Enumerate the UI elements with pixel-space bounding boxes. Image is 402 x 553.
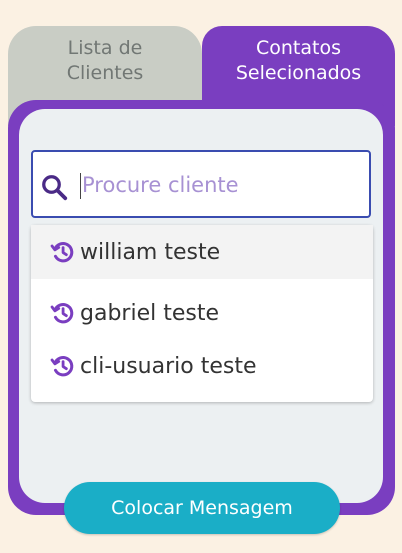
send-message-button[interactable]: Colocar Mensagem bbox=[64, 482, 340, 534]
history-icon bbox=[50, 303, 74, 324]
text-cursor bbox=[80, 173, 81, 199]
panel-content: william teste gabriel teste cli-usuario … bbox=[19, 109, 383, 503]
tab-clients-list-line1: Lista de bbox=[67, 37, 143, 59]
selected-contacts-panel: william teste gabriel teste cli-usuario … bbox=[8, 100, 395, 515]
list-item[interactable]: cli-usuario teste bbox=[31, 339, 373, 393]
tab-selected-contacts-line2: Selecionados bbox=[235, 62, 362, 84]
list-item[interactable]: william teste bbox=[31, 225, 373, 279]
search-input[interactable] bbox=[82, 166, 352, 204]
list-item-label: cli-usuario teste bbox=[80, 353, 257, 379]
history-icon bbox=[50, 242, 74, 263]
search-results-dropdown: william teste gabriel teste cli-usuario … bbox=[31, 225, 373, 402]
tab-selected-contacts-line1: Contatos bbox=[256, 37, 341, 59]
list-item-label: gabriel teste bbox=[80, 300, 219, 326]
search-icon bbox=[42, 175, 68, 201]
tab-clients-list-line2: Clientes bbox=[66, 62, 144, 84]
list-item[interactable]: gabriel teste bbox=[31, 286, 373, 340]
history-icon bbox=[50, 356, 74, 377]
list-item-label: william teste bbox=[80, 239, 221, 265]
search-box bbox=[31, 150, 371, 218]
